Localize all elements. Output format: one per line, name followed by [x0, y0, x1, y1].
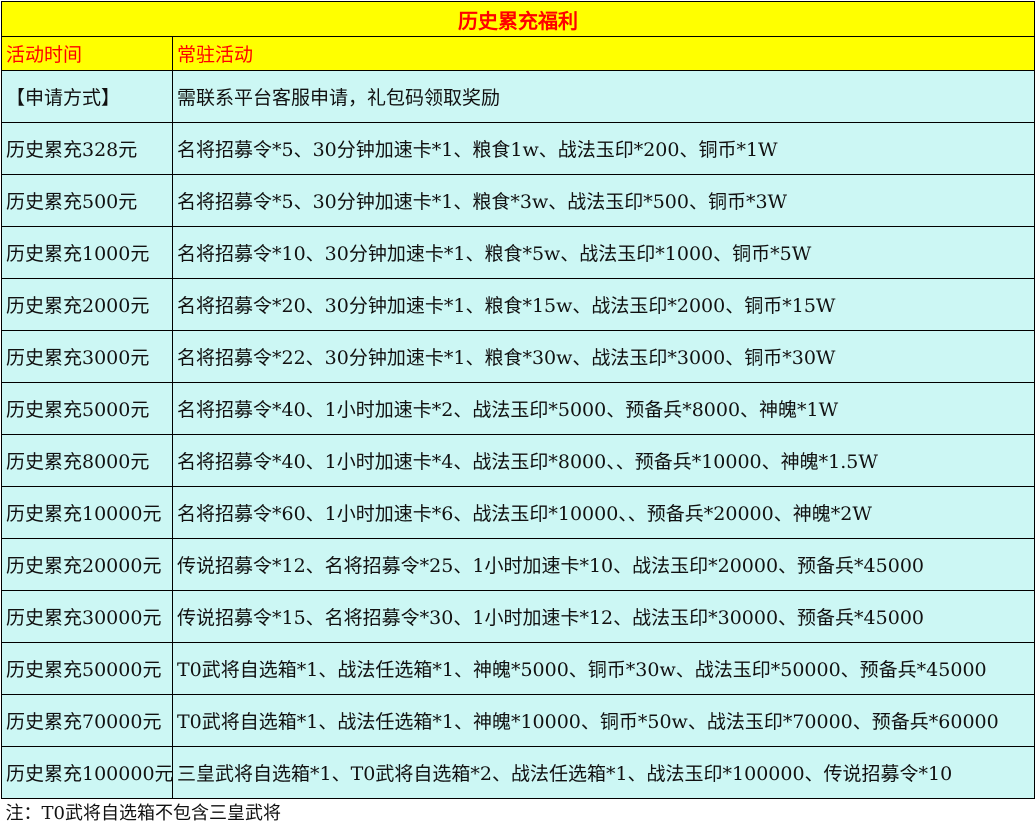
- tier-cell: 历史累充1000元: [1, 226, 173, 279]
- table-row: 历史累充8000元 名将招募令*40、1小时加速卡*4、战法玉印*8000、、预备…: [1, 434, 1035, 487]
- note-row: 注：T0武将自选箱不包含三皇武将: [1, 798, 1035, 825]
- tier-cell: 历史累充70000元: [1, 694, 173, 747]
- tier-cell: 历史累充8000元: [1, 434, 173, 487]
- table-title: 历史累充福利: [1, 1, 1035, 37]
- reward-cell: 传说招募令*12、名将招募令*25、1小时加速卡*10、战法玉印*20000、预…: [172, 538, 1035, 591]
- tier-cell: 历史累充3000元: [1, 330, 173, 383]
- reward-cell: T0武将自选箱*1、战法任选箱*1、神魄*10000、铜币*50w、战法玉印*7…: [172, 694, 1035, 747]
- tier-cell: 历史累充328元: [1, 122, 173, 175]
- table-row: 历史累充328元 名将招募令*5、30分钟加速卡*1、粮食1w、战法玉印*200、…: [1, 122, 1035, 175]
- header-row: 活动时间 常驻活动: [1, 36, 1035, 71]
- reward-cell: 名将招募令*5、30分钟加速卡*1、粮食1w、战法玉印*200、铜币*1W: [172, 122, 1035, 175]
- reward-cell: 名将招募令*40、1小时加速卡*2、战法玉印*5000、预备兵*8000、神魄*…: [172, 382, 1035, 435]
- table-row: 历史累充50000元 T0武将自选箱*1、战法任选箱*1、神魄*5000、铜币*3…: [1, 642, 1035, 695]
- reward-cell: 名将招募令*5、30分钟加速卡*1、粮食*3w、战法玉印*500、铜币*3W: [172, 174, 1035, 227]
- table-row: 历史累充1000元 名将招募令*10、30分钟加速卡*1、粮食*5w、战法玉印*1…: [1, 226, 1035, 279]
- tier-cell: 历史累充30000元: [1, 590, 173, 643]
- tier-cell: 历史累充20000元: [1, 538, 173, 591]
- table-row: 历史累充2000元 名将招募令*20、30分钟加速卡*1、粮食*15w、战法玉印*…: [1, 278, 1035, 331]
- table-row: 【申请方式】 需联系平台客服申请，礼包码领取奖励: [1, 70, 1035, 123]
- table-row: 历史累充5000元 名将招募令*40、1小时加速卡*2、战法玉印*5000、预备兵…: [1, 382, 1035, 435]
- reward-cell: 需联系平台客服申请，礼包码领取奖励: [172, 70, 1035, 123]
- table-row: 历史累充30000元 传说招募令*15、名将招募令*30、1小时加速卡*12、战法…: [1, 590, 1035, 643]
- reward-cell: 名将招募令*60、1小时加速卡*6、战法玉印*10000、、预备兵*20000、…: [172, 486, 1035, 539]
- header-activity-time: 活动时间: [1, 36, 173, 71]
- tier-cell: 历史累充100000元: [1, 746, 173, 799]
- table-row: 历史累充70000元 T0武将自选箱*1、战法任选箱*1、神魄*10000、铜币*…: [1, 694, 1035, 747]
- tier-cell: 历史累充2000元: [1, 278, 173, 331]
- table-row: 历史累充20000元 传说招募令*12、名将招募令*25、1小时加速卡*10、战法…: [1, 538, 1035, 591]
- reward-cell: 三皇武将自选箱*1、T0武将自选箱*2、战法任选箱*1、战法玉印*100000、…: [172, 746, 1035, 799]
- tier-cell: 【申请方式】: [1, 70, 173, 123]
- tier-cell: 历史累充10000元: [1, 486, 173, 539]
- table-row: 历史累充10000元 名将招募令*60、1小时加速卡*6、战法玉印*10000、、…: [1, 486, 1035, 539]
- footnote: 注：T0武将自选箱不包含三皇武将: [1, 798, 1035, 825]
- tier-cell: 历史累充500元: [1, 174, 173, 227]
- reward-cell: 传说招募令*15、名将招募令*30、1小时加速卡*12、战法玉印*30000、预…: [172, 590, 1035, 643]
- table-row: 历史累充100000元 三皇武将自选箱*1、T0武将自选箱*2、战法任选箱*1、战…: [1, 746, 1035, 799]
- table-row: 历史累充3000元 名将招募令*22、30分钟加速卡*1、粮食*30w、战法玉印*…: [1, 330, 1035, 383]
- reward-cell: 名将招募令*40、1小时加速卡*4、战法玉印*8000、、预备兵*10000、神…: [172, 434, 1035, 487]
- title-row: 历史累充福利: [1, 1, 1035, 37]
- header-permanent-activity: 常驻活动: [172, 36, 1035, 71]
- reward-cell: 名将招募令*20、30分钟加速卡*1、粮食*15w、战法玉印*2000、铜币*1…: [172, 278, 1035, 331]
- tier-cell: 历史累充5000元: [1, 382, 173, 435]
- table-row: 历史累充500元 名将招募令*5、30分钟加速卡*1、粮食*3w、战法玉印*500…: [1, 174, 1035, 227]
- reward-cell: 名将招募令*22、30分钟加速卡*1、粮食*30w、战法玉印*3000、铜币*3…: [172, 330, 1035, 383]
- rewards-table: 历史累充福利 活动时间 常驻活动 【申请方式】 需联系平台客服申请，礼包码领取奖励…: [1, 1, 1035, 825]
- tier-cell: 历史累充50000元: [1, 642, 173, 695]
- reward-cell: 名将招募令*10、30分钟加速卡*1、粮食*5w、战法玉印*1000、铜币*5W: [172, 226, 1035, 279]
- reward-cell: T0武将自选箱*1、战法任选箱*1、神魄*5000、铜币*30w、战法玉印*50…: [172, 642, 1035, 695]
